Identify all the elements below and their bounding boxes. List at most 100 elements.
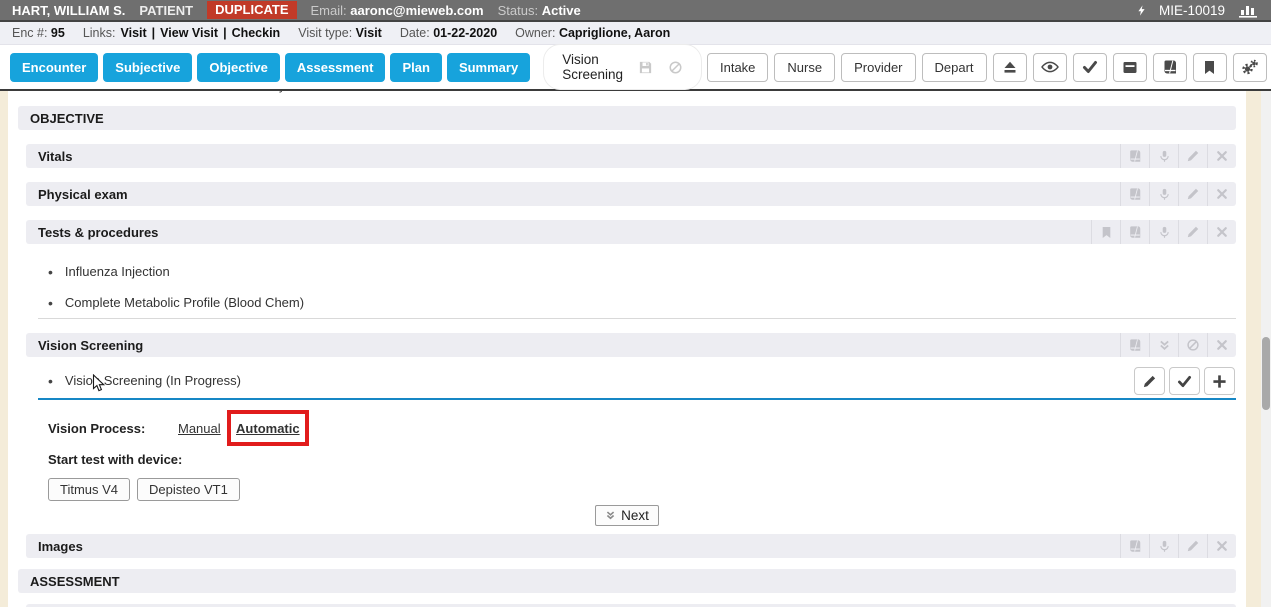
section-tests-procedures[interactable]: Tests & procedures bbox=[26, 220, 1236, 244]
save-icon[interactable] bbox=[638, 60, 653, 75]
owner-value: Capriglione, Aaron bbox=[559, 26, 670, 40]
vision-process-row: Vision Process: Manual | Automatic bbox=[48, 410, 1236, 446]
depisteo-vt1-button[interactable]: Depisteo VT1 bbox=[137, 478, 240, 501]
section-physical-exam[interactable]: Physical exam bbox=[26, 182, 1236, 206]
complete-button[interactable] bbox=[1169, 367, 1200, 395]
view-button[interactable] bbox=[1033, 53, 1067, 82]
bookmark-button[interactable] bbox=[1193, 53, 1227, 82]
section-title: Images bbox=[38, 539, 83, 554]
section-objective[interactable]: OBJECTIVE bbox=[18, 106, 1236, 130]
bullet-dot: • bbox=[48, 295, 53, 311]
pencil-icon[interactable] bbox=[1178, 220, 1207, 244]
book-icon[interactable] bbox=[1120, 182, 1149, 206]
tab-subjective[interactable]: Subjective bbox=[103, 53, 192, 82]
close-icon[interactable] bbox=[1207, 534, 1236, 558]
microphone-icon[interactable] bbox=[1149, 182, 1178, 206]
next-button[interactable]: Next bbox=[595, 505, 659, 526]
pencil-icon[interactable] bbox=[1178, 144, 1207, 168]
block-icon[interactable] bbox=[1178, 333, 1207, 357]
page-margin-left bbox=[0, 91, 8, 607]
tab-encounter[interactable]: Encounter bbox=[10, 53, 98, 82]
link-visit[interactable]: Visit bbox=[120, 26, 146, 40]
close-icon[interactable] bbox=[1207, 144, 1236, 168]
date-group: Date: 01-22-2020 bbox=[400, 26, 497, 40]
visit-type-group: Visit type: Visit bbox=[298, 26, 382, 40]
depart-button[interactable]: Depart bbox=[922, 53, 987, 82]
bullet-dot: • bbox=[48, 264, 53, 280]
section-vision-screening[interactable]: Vision Screening bbox=[26, 333, 1236, 357]
sign-button[interactable] bbox=[1073, 53, 1107, 82]
vision-item-row[interactable]: • Vision Screening (In Progress) bbox=[38, 366, 1236, 400]
encounter-info-bar: Enc #: 95 Links: Visit | View Visit | Ch… bbox=[0, 22, 1271, 45]
current-note-chip: Vision Screening bbox=[543, 44, 702, 90]
tab-plan[interactable]: Plan bbox=[390, 53, 441, 82]
date-value: 01-22-2020 bbox=[433, 26, 497, 40]
toolbar: Encounter Subjective Objective Assessmen… bbox=[0, 45, 1271, 91]
nurse-button[interactable]: Nurse bbox=[774, 53, 835, 82]
vision-process-automatic-link[interactable]: Automatic bbox=[236, 421, 300, 436]
status-label: Status: bbox=[498, 3, 538, 18]
test-item-influenza[interactable]: • Influenza Injection bbox=[48, 256, 1236, 287]
links-label: Links: bbox=[83, 26, 116, 40]
link-checkin[interactable]: Checkin bbox=[232, 26, 281, 40]
section-title: Vision Screening bbox=[38, 338, 143, 353]
archive-button[interactable] bbox=[1113, 53, 1147, 82]
close-icon[interactable] bbox=[1207, 333, 1236, 357]
tab-summary[interactable]: Summary bbox=[447, 53, 530, 82]
test-item-metabolic[interactable]: • Complete Metabolic Profile (Blood Chem… bbox=[48, 287, 1236, 318]
section-assessment[interactable]: ASSESSMENT bbox=[18, 569, 1236, 593]
close-icon[interactable] bbox=[1207, 182, 1236, 206]
section-title: ASSESSMENT bbox=[30, 574, 120, 589]
tab-assessment[interactable]: Assessment bbox=[285, 53, 386, 82]
section-title: Tests & procedures bbox=[38, 225, 158, 240]
edit-button[interactable] bbox=[1134, 367, 1165, 395]
chart-book-button[interactable] bbox=[1153, 53, 1187, 82]
patient-header-bar: HART, WILLIAM S. PATIENT DUPLICATE Email… bbox=[0, 0, 1271, 22]
clipped-text-remnant: y bbox=[279, 91, 285, 95]
microphone-icon[interactable] bbox=[1149, 220, 1178, 244]
divider bbox=[38, 318, 1236, 319]
book-icon bbox=[1162, 59, 1178, 75]
mouse-cursor bbox=[92, 374, 105, 393]
pencil-icon[interactable] bbox=[1178, 534, 1207, 558]
titmus-v4-button[interactable]: Titmus V4 bbox=[48, 478, 130, 501]
status-value: Active bbox=[542, 3, 581, 18]
vision-process-manual-link[interactable]: Manual bbox=[178, 421, 221, 436]
book-icon[interactable] bbox=[1120, 220, 1149, 244]
add-button[interactable] bbox=[1204, 367, 1235, 395]
pencil-icon[interactable] bbox=[1178, 182, 1207, 206]
owner-group: Owner: Capriglione, Aaron bbox=[515, 26, 670, 40]
eject-button[interactable] bbox=[993, 53, 1027, 82]
microphone-icon[interactable] bbox=[1149, 534, 1178, 558]
block-icon[interactable] bbox=[668, 60, 683, 75]
note-title: Vision Screening bbox=[562, 52, 623, 82]
email-value: aaronc@mieweb.com bbox=[350, 3, 483, 18]
settings-button[interactable] bbox=[1233, 53, 1267, 82]
enc-number-group: Enc #: 95 bbox=[12, 26, 65, 40]
link-view-visit[interactable]: View Visit bbox=[160, 26, 218, 40]
scrollbar-thumb[interactable] bbox=[1262, 337, 1270, 410]
provider-button[interactable]: Provider bbox=[841, 53, 915, 82]
section-images[interactable]: Images bbox=[26, 534, 1236, 558]
links-separator: | bbox=[152, 26, 156, 40]
bar-chart-icon[interactable] bbox=[1237, 2, 1259, 18]
test-item-label[interactable]: Influenza Injection bbox=[65, 264, 170, 279]
book-icon[interactable] bbox=[1120, 333, 1149, 357]
bookmark-icon bbox=[1203, 60, 1216, 75]
close-icon[interactable] bbox=[1207, 220, 1236, 244]
section-title: Physical exam bbox=[38, 187, 128, 202]
section-vitals[interactable]: Vitals bbox=[26, 144, 1236, 168]
intake-button[interactable]: Intake bbox=[707, 53, 768, 82]
scrollbar-track[interactable] bbox=[1261, 91, 1271, 607]
microphone-icon[interactable] bbox=[1149, 144, 1178, 168]
bookmark-icon[interactable] bbox=[1091, 220, 1120, 244]
visit-type-label: Visit type: bbox=[298, 26, 352, 40]
collapse-icon[interactable] bbox=[1149, 333, 1178, 357]
duplicate-badge[interactable]: DUPLICATE bbox=[207, 1, 296, 19]
book-icon[interactable] bbox=[1120, 144, 1149, 168]
eject-icon bbox=[1002, 59, 1018, 75]
tab-objective[interactable]: Objective bbox=[197, 53, 280, 82]
book-icon[interactable] bbox=[1120, 534, 1149, 558]
test-item-label[interactable]: Complete Metabolic Profile (Blood Chem) bbox=[65, 295, 304, 310]
pencil-icon bbox=[1142, 374, 1157, 389]
